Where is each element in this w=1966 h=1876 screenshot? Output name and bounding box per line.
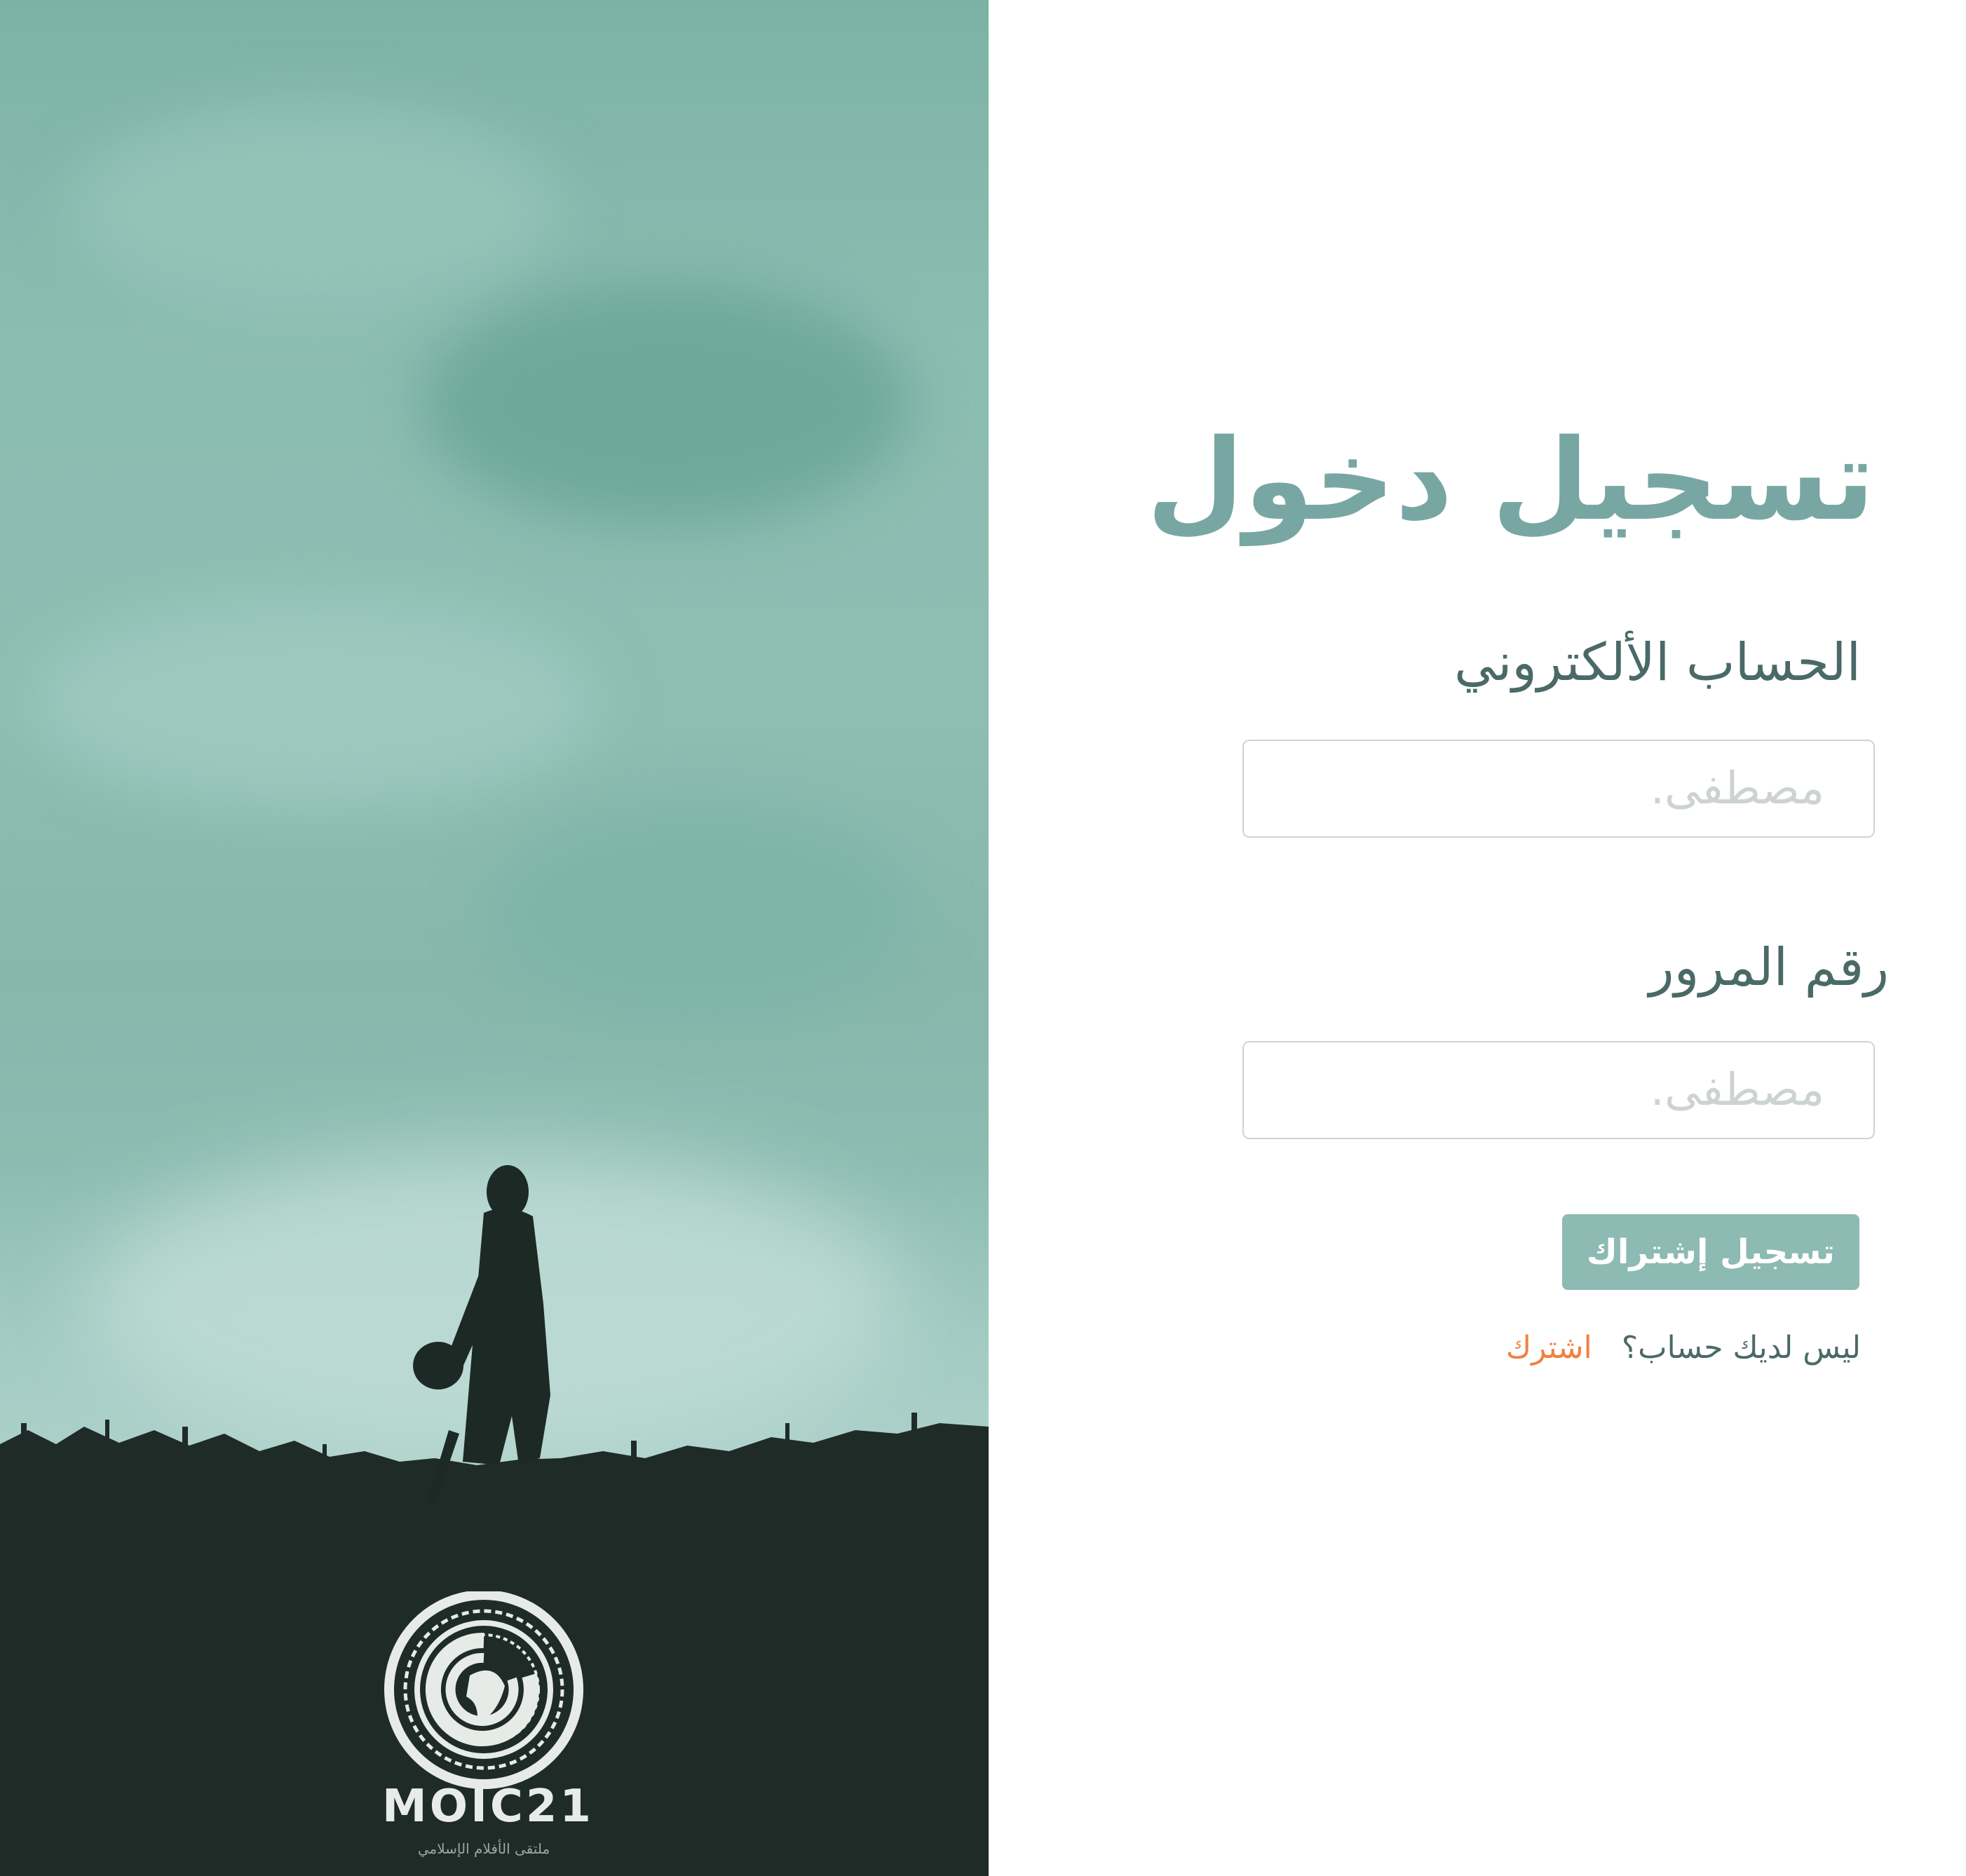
walking-figure bbox=[413, 1165, 550, 1502]
page-title: تسجيل دخول bbox=[1146, 414, 1875, 545]
logo-subtext: ملتقى الأفلام الإسلامي bbox=[417, 1840, 550, 1857]
password-field[interactable] bbox=[1242, 1041, 1875, 1139]
email-label: الحساب الألكتروني bbox=[1454, 632, 1861, 693]
logo-text: MOIC21 bbox=[382, 1781, 594, 1833]
signup-prompt-text: ليس لديك حساب؟ bbox=[1621, 1330, 1861, 1366]
hero-image: MOIC21 ملتقى الأفلام الإسلامي bbox=[0, 0, 989, 1876]
login-page: MOIC21 ملتقى الأفلام الإسلامي تسجيل دخول… bbox=[0, 0, 1966, 1876]
signup-prompt-row: ليس لديك حساب؟ اشترك bbox=[1506, 1324, 1861, 1373]
password-label: رقم المرور bbox=[1648, 937, 1889, 998]
moic21-logo-icon bbox=[384, 1591, 583, 1789]
signup-link[interactable]: اشترك bbox=[1506, 1330, 1592, 1366]
submit-button[interactable]: تسجيل إشتراك bbox=[1562, 1214, 1859, 1290]
email-field[interactable] bbox=[1242, 740, 1875, 838]
login-form: تسجيل دخول الحساب الألكتروني رقم المرور … bbox=[989, 0, 1966, 1876]
